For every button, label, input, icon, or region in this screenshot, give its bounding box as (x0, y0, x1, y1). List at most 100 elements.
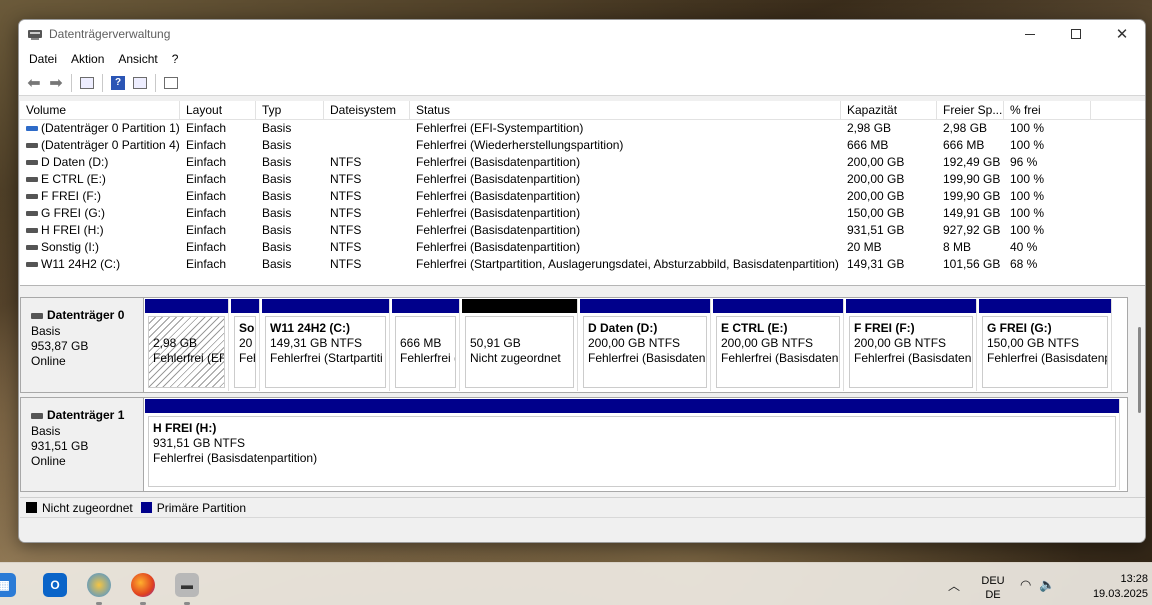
partition-block[interactable]: G FREI (G:) 150,00 GB NTFS Fehlerfrei (Bas… (979, 299, 1112, 391)
disk-management-app-icon (27, 27, 43, 41)
partition-block[interactable]: F FREI (F:) 200,00 GB NTFS Fehlerfrei (Bas… (846, 299, 977, 391)
partition-name: E CTRL (E:) (721, 321, 788, 335)
volume-cell-frei: 101,56 GB (943, 257, 1001, 271)
menu-help[interactable]: ? (165, 48, 186, 70)
partition-name: H FREI (H:) (153, 421, 217, 435)
close-button[interactable]: ✕ (1099, 20, 1145, 48)
volume-icon (26, 160, 38, 165)
volume-name: H FREI (H:) (41, 223, 104, 237)
minimize-button[interactable] (1007, 20, 1053, 48)
outlook-icon: O (50, 578, 60, 592)
partition-block[interactable]: E CTRL (E:) 200,00 GB NTFS Fehlerfrei (Bas… (713, 299, 844, 391)
partition-name (470, 321, 569, 336)
partition-type-bar (231, 299, 259, 313)
column-header-typ[interactable]: Typ (256, 101, 324, 119)
volume-row[interactable]: W11 24H2 (C:) Einfach Basis NTFS Fehlerfrei … (20, 256, 1145, 273)
disk-row-0[interactable]: Datenträger 0 Basis 953,87 GB Online 2,9… (20, 297, 1128, 393)
volume-cell-fs: NTFS (330, 240, 362, 254)
menu-aktion[interactable]: Aktion (64, 48, 111, 70)
back-button[interactable]: ⬅ (23, 72, 45, 94)
action-pane-button[interactable] (129, 72, 151, 94)
wifi-icon[interactable]: ◠ (1020, 577, 1031, 593)
disk-management-taskbar-app[interactable]: ▬ (175, 573, 199, 597)
column-header-freier-speicher[interactable]: Freier Sp... (937, 101, 1004, 119)
disk-size: 931,51 GB (31, 439, 89, 453)
volume-row[interactable]: Sonstig (I:) Einfach Basis NTFS Fehlerfrei (… (20, 239, 1145, 256)
clock[interactable]: 13:28 19.03.2025 (1070, 572, 1148, 602)
disk-drive-icon (31, 412, 43, 419)
partition-body: H FREI (H:) 931,51 GB NTFS Fehlerfrei (Bas… (148, 416, 1116, 487)
chevron-up-icon[interactable]: ︿ (948, 577, 960, 594)
partition-status: Fehlerfrei (Basisdatenpartition) (153, 451, 318, 465)
disk-row-1[interactable]: Datenträger 1 Basis 931,51 GB Online H F… (20, 397, 1128, 492)
volume-row[interactable]: (Datenträger 0 Partition 4) Einfach Basis F… (20, 137, 1145, 154)
partition-block[interactable]: H FREI (H:) 931,51 GB NTFS Fehlerfrei (Bas… (145, 399, 1120, 490)
partition-size: 20 I (239, 336, 255, 350)
language-indicator[interactable]: DEU DE (980, 574, 1006, 602)
column-header-status[interactable]: Status (410, 101, 841, 119)
partition-block[interactable]: W11 24H2 (C:) 149,31 GB NTFS Fehlerfrei (S… (262, 299, 390, 391)
legend-primary-swatch (140, 502, 152, 513)
start-button[interactable]: ▦ (0, 573, 16, 597)
partition-block[interactable]: 666 MB Fehlerfrei ( (392, 299, 460, 391)
volume-cell-fs: NTFS (330, 223, 362, 237)
volume-row[interactable]: (Datenträger 0 Partition 1) Einfach Basis F… (20, 120, 1145, 137)
volume-cell-typ: Basis (262, 121, 292, 135)
partition-name (400, 321, 451, 336)
disk-state: Online (31, 354, 66, 368)
volume-row[interactable]: D Daten (D:) Einfach Basis NTFS Fehlerfrei (… (20, 154, 1145, 171)
volume-cell-frei: 8 MB (943, 240, 972, 254)
menu-datei[interactable]: Datei (22, 48, 64, 70)
volume-cell-typ: Basis (262, 206, 292, 220)
firefox-app[interactable] (131, 573, 155, 597)
properties-button[interactable] (160, 72, 182, 94)
volume-name-cell: E CTRL (E:) (20, 171, 180, 188)
partition-status: Fehlerfrei (EFI (153, 351, 225, 365)
volume-cell-status: Fehlerfrei (Basisdatenpartition) (416, 240, 581, 254)
partition-block[interactable]: 2,98 GB Fehlerfrei (EFI (145, 299, 229, 391)
help-button[interactable]: ? (107, 72, 129, 94)
show-hide-tree-button[interactable] (76, 72, 98, 94)
volume-icon (26, 194, 38, 199)
forward-button[interactable]: ➡ (45, 72, 67, 94)
volume-row[interactable]: H FREI (H:) Einfach Basis NTFS Fehlerfrei (B… (20, 222, 1145, 239)
partition-size: 931,51 GB NTFS (153, 436, 246, 450)
column-header-volume[interactable]: Volume (20, 101, 180, 119)
volume-cell-kap: 150,00 GB (847, 206, 905, 220)
volume-icon (26, 143, 38, 148)
maximize-button[interactable] (1053, 20, 1099, 48)
outlook-app[interactable]: O (43, 573, 67, 597)
volume-row[interactable]: F FREI (F:) Einfach Basis NTFS Fehlerfrei (B… (20, 188, 1145, 205)
disk-label-0[interactable]: Datenträger 0 Basis 953,87 GB Online (20, 297, 144, 393)
legend-primary-label: Primäre Partition (156, 500, 247, 515)
column-header-dateisystem[interactable]: Dateisystem (324, 101, 410, 119)
volume-name-cell: H FREI (H:) (20, 222, 180, 239)
partition-body: F FREI (F:) 200,00 GB NTFS Fehlerfrei (Bas… (849, 316, 973, 388)
volume-name: G FREI (G:) (41, 206, 105, 220)
partition-block[interactable]: Sor20 IFeh (231, 299, 260, 391)
volume-cell-pct: 100 % (1010, 121, 1045, 135)
volume-cell-layout: Einfach (186, 172, 227, 186)
weather-app[interactable] (87, 573, 111, 597)
volume-cell-fs: NTFS (330, 155, 362, 169)
column-header-kapazitaet[interactable]: Kapazität (841, 101, 937, 119)
partition-size: 149,31 GB NTFS (270, 336, 363, 350)
volume-row[interactable]: G FREI (G:) Einfach Basis NTFS Fehlerfrei (B… (20, 205, 1145, 222)
partition-size: 200,00 GB NTFS (854, 336, 947, 350)
column-header-prozent-frei[interactable]: % frei (1004, 101, 1091, 119)
partition-block[interactable]: 50,91 GB Nicht zugeordnet (462, 299, 578, 391)
partition-body: D Daten (D:) 200,00 GB NTFS Fehlerfrei (Ba… (583, 316, 707, 388)
vertical-scrollbar[interactable] (1138, 327, 1141, 413)
volume-name-cell: Sonstig (I:) (20, 239, 180, 256)
volume-name: (Datenträger 0 Partition 1) (41, 121, 180, 135)
volume-cell-status: Fehlerfrei (Wiederherstellungspartition) (416, 138, 624, 152)
column-header-layout[interactable]: Layout (180, 101, 256, 119)
volume-row[interactable]: E CTRL (E:) Einfach Basis NTFS Fehlerfrei (B… (20, 171, 1145, 188)
title-bar[interactable]: Datenträgerverwaltung ✕ (19, 20, 1145, 48)
menu-ansicht[interactable]: Ansicht (111, 48, 164, 70)
volume-list: Volume Layout Typ Dateisystem Status Kap… (20, 101, 1145, 286)
volume-icon[interactable]: 🔈 (1039, 577, 1055, 593)
partition-block[interactable]: D Daten (D:) 200,00 GB NTFS Fehlerfrei (Ba… (580, 299, 711, 391)
volume-name-cell: (Datenträger 0 Partition 1) (20, 120, 180, 137)
disk-label-1[interactable]: Datenträger 1 Basis 931,51 GB Online (20, 397, 144, 492)
